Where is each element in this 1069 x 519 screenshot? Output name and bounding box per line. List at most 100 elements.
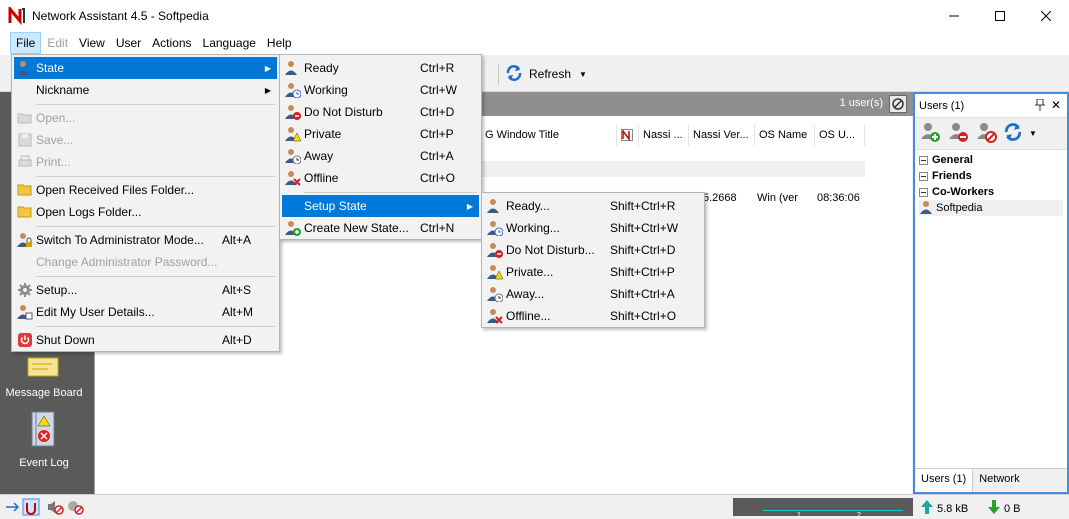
state-menu-item-label: Do Not Disturb — [304, 105, 383, 119]
users-count: 1 user(s) — [839, 97, 883, 109]
refresh-users-icon[interactable] — [1003, 122, 1023, 145]
gear-icon — [17, 282, 33, 298]
users-panel-title: Users (1) — [919, 99, 965, 112]
setup-menu-item-shortcut: Shift+Ctrl+O — [610, 309, 677, 323]
setup-menu-item-private[interactable]: Private... Shift+Ctrl+P — [484, 261, 702, 283]
event-log-tool[interactable]: Event Log — [0, 410, 88, 469]
file-menu-item-shortcut: Alt+D — [222, 333, 252, 347]
remove-user-icon[interactable] — [947, 121, 969, 146]
close-panel-icon[interactable] — [889, 95, 907, 113]
menu-help[interactable]: Help — [262, 33, 297, 53]
collapse-icon[interactable] — [919, 155, 928, 165]
file-menu-item-open-logs-folder[interactable]: Open Logs Folder... — [14, 201, 277, 223]
traffic-line — [763, 510, 903, 511]
setup-menu-item-working[interactable]: Working... Shift+Ctrl+W — [484, 217, 702, 239]
block-user-icon[interactable] — [975, 121, 997, 146]
message-board-tool[interactable]: Message Board — [0, 354, 88, 399]
file-menu-item-shortcut: Alt+S — [222, 283, 252, 297]
close-button[interactable] — [1023, 0, 1069, 31]
menu-file[interactable]: File — [10, 32, 42, 54]
maximize-button[interactable] — [977, 0, 1023, 31]
add-user-icon[interactable] — [919, 121, 941, 146]
setup-menu-item-ready[interactable]: Ready... Shift+Ctrl+R — [484, 195, 702, 217]
save-icon — [17, 132, 33, 148]
state-menu-item-setup-state[interactable]: Setup State ▶ — [282, 195, 479, 217]
column-nassi[interactable]: Nassi ... — [639, 124, 689, 146]
users-panel-toolbar: ▼ — [915, 118, 1067, 150]
security-status-icon[interactable] — [22, 498, 40, 519]
tab-users[interactable]: Users (1) — [915, 469, 974, 492]
column-window-title[interactable]: G Window Title — [481, 124, 617, 146]
users-panel-header: Users (1) ✕ — [915, 94, 1067, 118]
nassi-column-icon[interactable] — [617, 124, 639, 146]
file-menu-item-edit-my-user-details[interactable]: Edit My User Details... Alt+M — [14, 301, 277, 323]
chevron-right-icon: ▶ — [264, 85, 271, 95]
state-menu-item-away[interactable]: Away Ctrl+A — [282, 145, 479, 167]
menu-user[interactable]: User — [111, 33, 146, 53]
ready-icon — [285, 60, 301, 76]
refresh-label: Refresh — [529, 67, 572, 81]
do-not-disturb-icon — [285, 104, 301, 120]
app-logo-icon — [8, 4, 26, 25]
title-bar: Network Assistant 4.5 - Softpedia — [0, 0, 1069, 31]
menu-edit[interactable]: Edit — [42, 33, 73, 53]
collapse-icon[interactable] — [919, 187, 928, 197]
tree-group-friends[interactable]: Friends — [919, 168, 1063, 184]
notifications-off-icon[interactable] — [66, 499, 84, 518]
column-os-name[interactable]: OS Name — [755, 124, 815, 146]
pin-icon[interactable] — [1035, 98, 1045, 114]
state-menu-item-working[interactable]: Working Ctrl+W — [282, 79, 479, 101]
file-menu: State ▶ Nickname ▶ Open... Save... Print... Ope… — [11, 54, 280, 352]
state-menu-item-shortcut: Ctrl+O — [420, 171, 456, 185]
tree-group-co-workers[interactable]: Co-Workers — [919, 184, 1063, 200]
state-menu-item-ready[interactable]: Ready Ctrl+R — [282, 57, 479, 79]
tree-user-item[interactable]: Softpedia — [919, 200, 1063, 216]
file-menu-item-setup[interactable]: Setup... Alt+S — [14, 279, 277, 301]
user-details-icon — [17, 304, 33, 320]
menu-actions[interactable]: Actions — [147, 33, 196, 53]
menu-separator — [36, 226, 275, 227]
users-panel: Users (1) ✕ ▼ General Friends Co-Workers… — [913, 92, 1069, 494]
download-value: 0 B — [1004, 502, 1021, 515]
close-icon[interactable]: ✕ — [1051, 98, 1061, 112]
setup-menu-item-offline[interactable]: Offline... Shift+Ctrl+O — [484, 305, 702, 327]
state-menu-item-private[interactable]: Private Ctrl+P — [282, 123, 479, 145]
user-icon — [919, 200, 933, 217]
setup-menu-item-do-not-disturb[interactable]: Do Not Disturb... Shift+Ctrl+D — [484, 239, 702, 261]
file-menu-item-print: Print... — [14, 151, 277, 173]
file-menu-item-switch-to-administrator-mode[interactable]: Switch To Administrator Mode... Alt+A — [14, 229, 277, 251]
menu-language[interactable]: Language — [198, 33, 261, 53]
file-menu-item-nickname[interactable]: Nickname ▶ — [14, 79, 277, 101]
state-menu-item-create-new-state[interactable]: Create New State... Ctrl+N — [282, 217, 479, 239]
chevron-down-icon[interactable]: ▼ — [1029, 129, 1037, 138]
setup-menu-item-away[interactable]: Away... Shift+Ctrl+A — [484, 283, 702, 305]
minimize-button[interactable] — [931, 0, 977, 31]
cell-os-name: Win (ver — [757, 192, 798, 204]
file-menu-item-label: Save... — [36, 133, 74, 147]
admin-lock-icon — [17, 232, 33, 248]
state-menu-item-label: Away — [304, 149, 334, 163]
state-menu-item-do-not-disturb[interactable]: Do Not Disturb Ctrl+D — [282, 101, 479, 123]
file-menu-item-state[interactable]: State ▶ — [14, 57, 277, 79]
open-folder-icon — [17, 110, 33, 126]
print-icon — [17, 154, 33, 170]
chevron-down-icon[interactable]: ▼ — [579, 70, 587, 79]
menu-separator — [36, 104, 275, 105]
file-menu-item-shut-down[interactable]: Shut Down Alt+D — [14, 329, 277, 351]
cell-version: 5.2668 — [703, 192, 737, 204]
away-icon — [285, 148, 302, 165]
collapse-icon[interactable] — [919, 171, 928, 181]
do-not-disturb-icon — [487, 242, 503, 258]
window-title: Network Assistant 4.5 - Softpedia — [32, 8, 209, 23]
network-status-icon[interactable] — [4, 499, 20, 518]
sound-muted-icon[interactable] — [46, 499, 64, 518]
traffic-graph: 1 2 — [733, 498, 913, 519]
tree-group-general[interactable]: General — [919, 152, 1063, 168]
column-os-u[interactable]: OS U... — [815, 124, 865, 146]
column-nassi-version[interactable]: Nassi Ver... — [689, 124, 755, 146]
refresh-button[interactable]: Refresh ▼ — [505, 62, 587, 86]
state-menu-item-offline[interactable]: Offline Ctrl+O — [282, 167, 479, 189]
tab-network[interactable]: Network — [973, 469, 1025, 492]
file-menu-item-open-received-files-folder[interactable]: Open Received Files Folder... — [14, 179, 277, 201]
menu-view[interactable]: View — [74, 33, 110, 53]
